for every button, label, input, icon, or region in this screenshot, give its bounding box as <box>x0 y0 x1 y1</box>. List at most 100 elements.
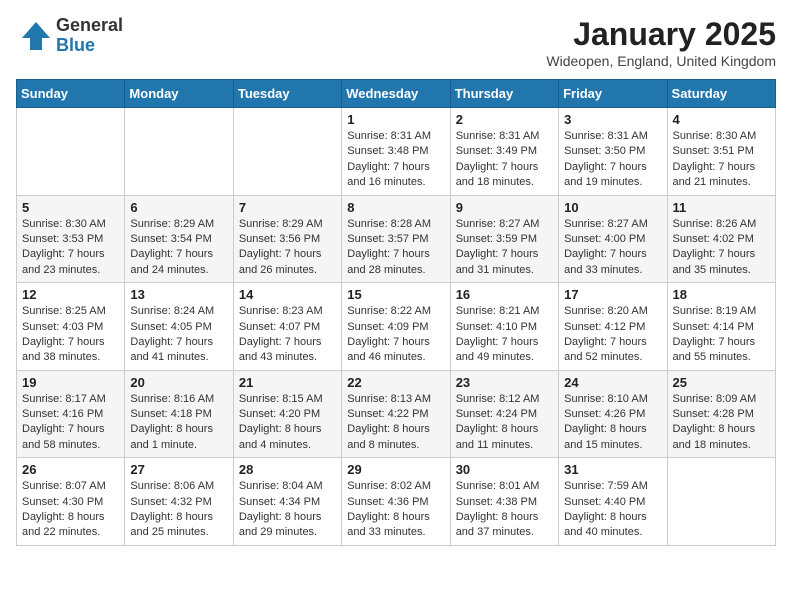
day-info: Sunrise: 8:15 AM Sunset: 4:20 PM Dayligh… <box>239 392 336 454</box>
day-info: Sunrise: 7:59 AM Sunset: 4:40 PM Dayligh… <box>564 479 661 541</box>
day-number: 5 <box>22 200 119 215</box>
day-info: Sunrise: 8:21 AM Sunset: 4:10 PM Dayligh… <box>456 304 553 366</box>
calendar-day-12: 12 Sunrise: 8:25 AM Sunset: 4:03 PM Dayli… <box>17 283 125 371</box>
page-header: General Blue January 2025 Wideopen, Engl… <box>16 16 776 69</box>
calendar-day-28: 28 Sunrise: 8:04 AM Sunset: 4:34 PM Dayli… <box>233 458 341 546</box>
calendar-day-18: 18 Sunrise: 8:19 AM Sunset: 4:14 PM Dayli… <box>667 283 775 371</box>
calendar-day-5: 5 Sunrise: 8:30 AM Sunset: 3:53 PM Daylig… <box>17 195 125 283</box>
day-number: 28 <box>239 462 336 477</box>
day-info: Sunrise: 8:28 AM Sunset: 3:57 PM Dayligh… <box>347 217 444 279</box>
day-number: 18 <box>673 287 770 302</box>
day-info: Sunrise: 8:22 AM Sunset: 4:09 PM Dayligh… <box>347 304 444 366</box>
calendar-week-row: 1Sunrise: 8:31 AM Sunset: 3:48 PM Daylig… <box>17 108 776 196</box>
month-title: January 2025 <box>546 16 776 53</box>
calendar-header-row: SundayMondayTuesdayWednesdayThursdayFrid… <box>17 80 776 108</box>
calendar-day-19: 19 Sunrise: 8:17 AM Sunset: 4:16 PM Dayli… <box>17 370 125 458</box>
calendar-day-17: 17Sunrise: 8:20 AM Sunset: 4:12 PM Dayli… <box>559 283 667 371</box>
calendar-day-7: 7 Sunrise: 8:29 AM Sunset: 3:56 PM Daylig… <box>233 195 341 283</box>
day-number: 25 <box>673 375 770 390</box>
calendar-table: SundayMondayTuesdayWednesdayThursdayFrid… <box>16 79 776 546</box>
calendar-day-21: 21Sunrise: 8:15 AM Sunset: 4:20 PM Dayli… <box>233 370 341 458</box>
calendar-day-1: 1Sunrise: 8:31 AM Sunset: 3:48 PM Daylig… <box>342 108 450 196</box>
day-info: Sunrise: 8:09 AM Sunset: 4:28 PM Dayligh… <box>673 392 770 454</box>
day-info: Sunrise: 8:17 AM Sunset: 4:16 PM Dayligh… <box>22 392 119 454</box>
day-info: Sunrise: 8:13 AM Sunset: 4:22 PM Dayligh… <box>347 392 444 454</box>
calendar-day-10: 10 Sunrise: 8:27 AM Sunset: 4:00 PM Dayli… <box>559 195 667 283</box>
day-number: 10 <box>564 200 661 215</box>
day-number: 22 <box>347 375 444 390</box>
day-info: Sunrise: 8:23 AM Sunset: 4:07 PM Dayligh… <box>239 304 336 366</box>
day-number: 15 <box>347 287 444 302</box>
day-number: 24 <box>564 375 661 390</box>
day-info: Sunrise: 8:31 AM Sunset: 3:49 PM Dayligh… <box>456 129 553 191</box>
calendar-day-3: 3 Sunrise: 8:31 AM Sunset: 3:50 PM Daylig… <box>559 108 667 196</box>
empty-day-cell <box>233 108 341 196</box>
day-number: 2 <box>456 112 553 127</box>
logo-general-text: General <box>56 16 123 36</box>
day-number: 29 <box>347 462 444 477</box>
calendar-day-23: 23 Sunrise: 8:12 AM Sunset: 4:24 PM Dayli… <box>450 370 558 458</box>
calendar-day-27: 27 Sunrise: 8:06 AM Sunset: 4:32 PM Dayli… <box>125 458 233 546</box>
day-info: Sunrise: 8:27 AM Sunset: 3:59 PM Dayligh… <box>456 217 553 279</box>
empty-day-cell <box>17 108 125 196</box>
calendar-week-row: 5 Sunrise: 8:30 AM Sunset: 3:53 PM Daylig… <box>17 195 776 283</box>
calendar-week-row: 19 Sunrise: 8:17 AM Sunset: 4:16 PM Dayli… <box>17 370 776 458</box>
day-header-sunday: Sunday <box>17 80 125 108</box>
day-number: 6 <box>130 200 227 215</box>
day-info: Sunrise: 8:29 AM Sunset: 3:56 PM Dayligh… <box>239 217 336 279</box>
day-info: Sunrise: 8:07 AM Sunset: 4:30 PM Dayligh… <box>22 479 119 541</box>
logo: General Blue <box>16 16 123 56</box>
day-number: 3 <box>564 112 661 127</box>
calendar-day-4: 4 Sunrise: 8:30 AM Sunset: 3:51 PM Daylig… <box>667 108 775 196</box>
day-header-monday: Monday <box>125 80 233 108</box>
day-number: 7 <box>239 200 336 215</box>
day-info: Sunrise: 8:12 AM Sunset: 4:24 PM Dayligh… <box>456 392 553 454</box>
day-number: 4 <box>673 112 770 127</box>
calendar-day-15: 15 Sunrise: 8:22 AM Sunset: 4:09 PM Dayli… <box>342 283 450 371</box>
calendar-day-11: 11 Sunrise: 8:26 AM Sunset: 4:02 PM Dayli… <box>667 195 775 283</box>
day-info: Sunrise: 8:30 AM Sunset: 3:51 PM Dayligh… <box>673 129 770 191</box>
day-number: 11 <box>673 200 770 215</box>
day-info: Sunrise: 8:26 AM Sunset: 4:02 PM Dayligh… <box>673 217 770 279</box>
day-info: Sunrise: 8:10 AM Sunset: 4:26 PM Dayligh… <box>564 392 661 454</box>
day-info: Sunrise: 8:19 AM Sunset: 4:14 PM Dayligh… <box>673 304 770 366</box>
calendar-day-25: 25 Sunrise: 8:09 AM Sunset: 4:28 PM Dayli… <box>667 370 775 458</box>
day-number: 12 <box>22 287 119 302</box>
calendar-day-2: 2 Sunrise: 8:31 AM Sunset: 3:49 PM Daylig… <box>450 108 558 196</box>
title-area: January 2025 Wideopen, England, United K… <box>546 16 776 69</box>
day-number: 30 <box>456 462 553 477</box>
day-header-tuesday: Tuesday <box>233 80 341 108</box>
day-info: Sunrise: 8:27 AM Sunset: 4:00 PM Dayligh… <box>564 217 661 279</box>
day-info: Sunrise: 8:29 AM Sunset: 3:54 PM Dayligh… <box>130 217 227 279</box>
calendar-day-13: 13 Sunrise: 8:24 AM Sunset: 4:05 PM Dayli… <box>125 283 233 371</box>
day-number: 27 <box>130 462 227 477</box>
calendar-day-22: 22 Sunrise: 8:13 AM Sunset: 4:22 PM Dayli… <box>342 370 450 458</box>
calendar-day-9: 9 Sunrise: 8:27 AM Sunset: 3:59 PM Daylig… <box>450 195 558 283</box>
day-info: Sunrise: 8:30 AM Sunset: 3:53 PM Dayligh… <box>22 217 119 279</box>
day-info: Sunrise: 8:16 AM Sunset: 4:18 PM Dayligh… <box>130 392 227 454</box>
empty-day-cell <box>667 458 775 546</box>
logo-blue-text: Blue <box>56 36 123 56</box>
calendar-day-14: 14Sunrise: 8:23 AM Sunset: 4:07 PM Dayli… <box>233 283 341 371</box>
day-number: 23 <box>456 375 553 390</box>
day-info: Sunrise: 8:02 AM Sunset: 4:36 PM Dayligh… <box>347 479 444 541</box>
day-header-friday: Friday <box>559 80 667 108</box>
day-info: Sunrise: 8:31 AM Sunset: 3:50 PM Dayligh… <box>564 129 661 191</box>
day-header-saturday: Saturday <box>667 80 775 108</box>
day-number: 9 <box>456 200 553 215</box>
day-info: Sunrise: 8:04 AM Sunset: 4:34 PM Dayligh… <box>239 479 336 541</box>
calendar-week-row: 26Sunrise: 8:07 AM Sunset: 4:30 PM Dayli… <box>17 458 776 546</box>
logo-text: General Blue <box>56 16 123 56</box>
day-number: 31 <box>564 462 661 477</box>
calendar-day-8: 8Sunrise: 8:28 AM Sunset: 3:57 PM Daylig… <box>342 195 450 283</box>
day-number: 19 <box>22 375 119 390</box>
empty-day-cell <box>125 108 233 196</box>
day-number: 13 <box>130 287 227 302</box>
day-info: Sunrise: 8:24 AM Sunset: 4:05 PM Dayligh… <box>130 304 227 366</box>
day-info: Sunrise: 8:06 AM Sunset: 4:32 PM Dayligh… <box>130 479 227 541</box>
day-info: Sunrise: 8:25 AM Sunset: 4:03 PM Dayligh… <box>22 304 119 366</box>
calendar-day-20: 20Sunrise: 8:16 AM Sunset: 4:18 PM Dayli… <box>125 370 233 458</box>
calendar-day-16: 16Sunrise: 8:21 AM Sunset: 4:10 PM Dayli… <box>450 283 558 371</box>
calendar-day-24: 24 Sunrise: 8:10 AM Sunset: 4:26 PM Dayli… <box>559 370 667 458</box>
location-text: Wideopen, England, United Kingdom <box>546 53 776 69</box>
